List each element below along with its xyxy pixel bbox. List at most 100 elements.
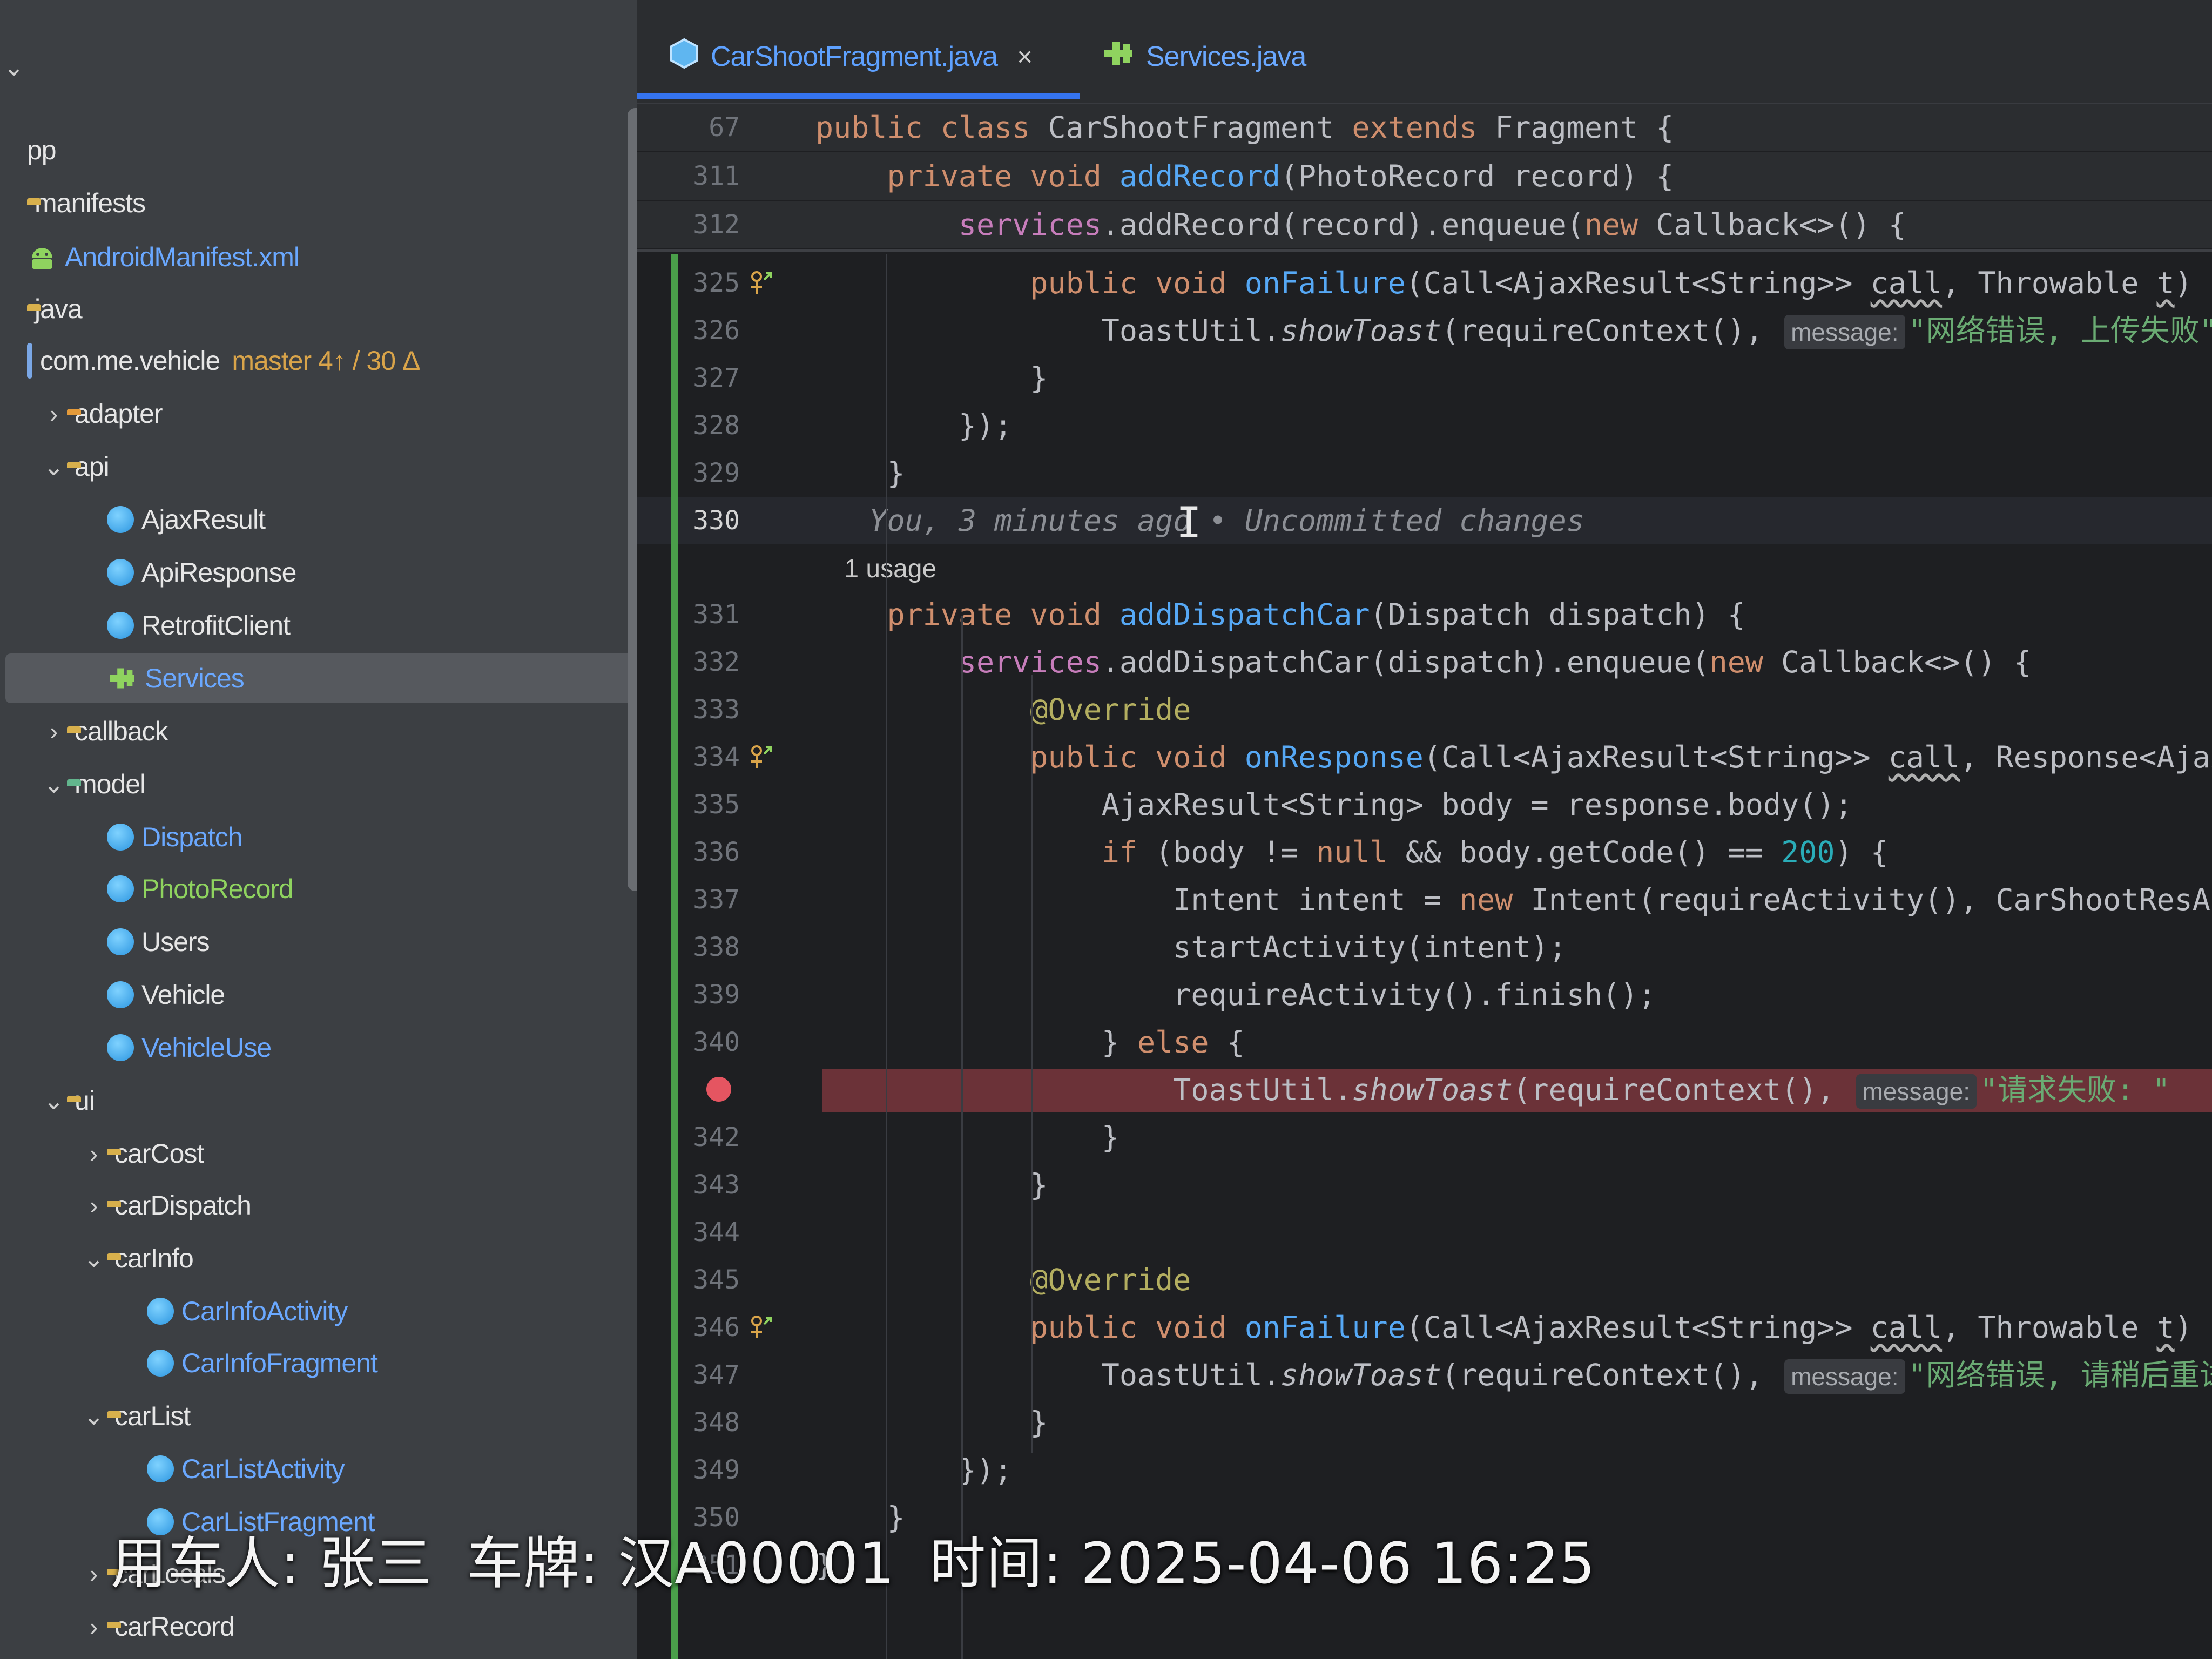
project-scrollbar[interactable] [628,108,637,891]
tree-item-com-me-vehicle[interactable]: com.me.vehicle master 4↑ / 30 Δ [0,336,621,386]
code-line[interactable]: 332 services.addDispatchCar(dispatch).en… [637,638,2212,686]
tree-item-carcost[interactable]: › carCost [0,1129,637,1178]
code-line[interactable]: 348 } [637,1399,2212,1446]
line-number[interactable]: 326 [637,307,740,354]
tree-item-services[interactable]: Services [5,653,637,703]
line-number[interactable]: 343 [637,1161,740,1209]
git-blame-line[interactable]: 330 You, 3 minutes ago • Uncommitted cha… [637,497,2212,544]
tree-item-carlistactivity[interactable]: CarListActivity [0,1444,637,1494]
implements-method-icon[interactable] [748,743,774,771]
chevron-right-icon[interactable]: › [80,1139,107,1168]
line-number[interactable]: 337 [637,876,740,923]
line-number[interactable]: 335 [637,781,740,828]
tree-item-cardispatch[interactable]: › carDispatch [0,1181,637,1230]
line-number[interactable]: 345 [637,1256,740,1304]
chevron-down-icon[interactable]: ⌄ [40,452,67,481]
code-line[interactable]: 336 if (body != null && body.getCode() =… [637,828,2212,876]
code-line[interactable]: 342 } [637,1114,2212,1161]
chevron-down-icon[interactable]: ⌄ [80,1244,107,1273]
code-line[interactable]: 347 ToastUtil.showToast(requireContext()… [637,1351,2212,1399]
tree-item-carrecord[interactable]: › carRecord [0,1602,637,1651]
line-number[interactable]: 329 [637,449,740,497]
breakpoint-icon[interactable] [706,1077,731,1102]
code-line[interactable]: 328 }); [637,402,2212,449]
usage-hint-line[interactable]: 1 usage [637,543,2212,591]
code-line[interactable]: 333 @Override [637,686,2212,733]
tree-item-vehicleuse[interactable]: VehicleUse [0,1023,637,1073]
code-line[interactable]: 335 AjaxResult<String> body = response.b… [637,781,2212,828]
tree-item-model[interactable]: ⌄ model [0,759,637,809]
line-number[interactable]: 311 [637,152,740,200]
chevron-right-icon[interactable]: › [80,1191,107,1220]
chevron-down-icon[interactable]: ⌄ [40,1086,67,1115]
line-number[interactable]: 330 [637,497,740,544]
code-line[interactable]: 311 private void addRecord(PhotoRecord r… [637,152,2212,200]
line-number[interactable]: 325 [637,259,740,307]
code-line[interactable]: 312 services.addRecord(record).enqueue(n… [637,201,2212,248]
code-line[interactable]: 327 } [637,354,2212,402]
tree-item-carinfo[interactable]: ⌄ carInfo [0,1233,637,1283]
tree-item-root[interactable]: ⌄ [0,42,621,92]
chevron-down-icon[interactable]: ⌄ [40,770,67,799]
code-line[interactable]: 339 requireActivity().finish(); [637,971,2212,1019]
line-number[interactable]: 328 [637,402,740,449]
tree-item-ajaxresult[interactable]: AjaxResult [0,495,637,544]
tree-item-carinfoactivity[interactable]: CarInfoActivity [0,1286,637,1336]
line-number[interactable]: 332 [637,638,740,686]
tree-item-adapter[interactable]: › adapter [0,389,637,439]
implements-method-icon[interactable] [748,1313,774,1341]
line-number[interactable]: 339 [637,971,740,1019]
tab-services[interactable]: Services.java [1102,27,1306,86]
code-line[interactable]: 67 public class CarShootFragment extends … [637,104,2212,151]
code-line[interactable]: 344 [637,1209,2212,1256]
code-line[interactable]: 325 public void onFailure(Call<AjaxResul… [637,259,2212,307]
line-number[interactable]: 344 [637,1209,740,1256]
tree-item-carinfofragment[interactable]: CarInfoFragment [0,1338,637,1388]
code-line[interactable]: 338 startActivity(intent); [637,923,2212,971]
line-number[interactable]: 342 [637,1114,740,1161]
line-number[interactable]: 334 [637,733,740,781]
tree-item-vehicle[interactable]: Vehicle [0,970,637,1020]
tree-item-apiresponse[interactable]: ApiResponse [0,548,637,597]
line-number[interactable]: 338 [637,923,740,971]
line-number[interactable]: 67 [637,104,740,151]
code-line[interactable]: 343 } [637,1161,2212,1209]
tree-item-api[interactable]: ⌄ api [0,442,637,491]
line-number[interactable]: 347 [637,1351,740,1399]
vcs-change-marker[interactable] [671,254,678,1659]
tree-item-java[interactable]: java [0,284,621,334]
chevron-right-icon[interactable]: › [40,717,67,746]
chevron-right-icon[interactable]: › [40,399,67,428]
tree-item-ui[interactable]: ⌄ ui [0,1076,637,1125]
code-line[interactable]: 326 ToastUtil.showToast(requireContext()… [637,307,2212,354]
line-number[interactable]: 327 [637,354,740,402]
close-tab-icon[interactable]: × [1017,41,1033,72]
line-number[interactable]: 336 [637,828,740,876]
code-line[interactable]: 345 @Override [637,1256,2212,1304]
tree-item-dispatch[interactable]: Dispatch [0,812,637,862]
tree-item-manifests[interactable]: manifests [0,178,621,228]
tree-item-photorecord[interactable]: PhotoRecord [0,864,637,914]
breakpoint-line[interactable]: ToastUtil.showToast(requireContext(), me… [637,1066,2212,1114]
tree-item-users[interactable]: Users [0,917,637,967]
line-number[interactable]: 348 [637,1399,740,1446]
chevron-right-icon[interactable]: › [80,1559,107,1588]
code-line[interactable]: 329 } [637,449,2212,497]
chevron-down-icon[interactable]: ⌄ [80,1401,107,1431]
code-line[interactable]: 346 public void onFailure(Call<AjaxResul… [637,1304,2212,1351]
line-number[interactable]: 346 [637,1304,740,1351]
line-number[interactable]: 349 [637,1446,740,1494]
code-line[interactable]: 337 Intent intent = new Intent(requireAc… [637,876,2212,923]
tree-item-retrofitclient[interactable]: RetrofitClient [0,601,637,650]
code-line[interactable]: 349 }); [637,1446,2212,1494]
code-line[interactable]: 340 } else { [637,1019,2212,1066]
chevron-right-icon[interactable]: › [80,1612,107,1641]
tree-item-pp[interactable]: pp [0,125,621,175]
line-number[interactable]: 333 [637,686,740,733]
implements-method-icon[interactable] [748,269,774,297]
code-line[interactable]: 331 private void addDispatchCar(Dispatch… [637,591,2212,638]
line-number[interactable]: 340 [637,1019,740,1066]
tree-item-callback[interactable]: › callback [0,706,637,756]
line-number[interactable]: 331 [637,591,740,638]
tree-item-androidmanifest-xml[interactable]: AndroidManifest.xml [0,232,621,282]
